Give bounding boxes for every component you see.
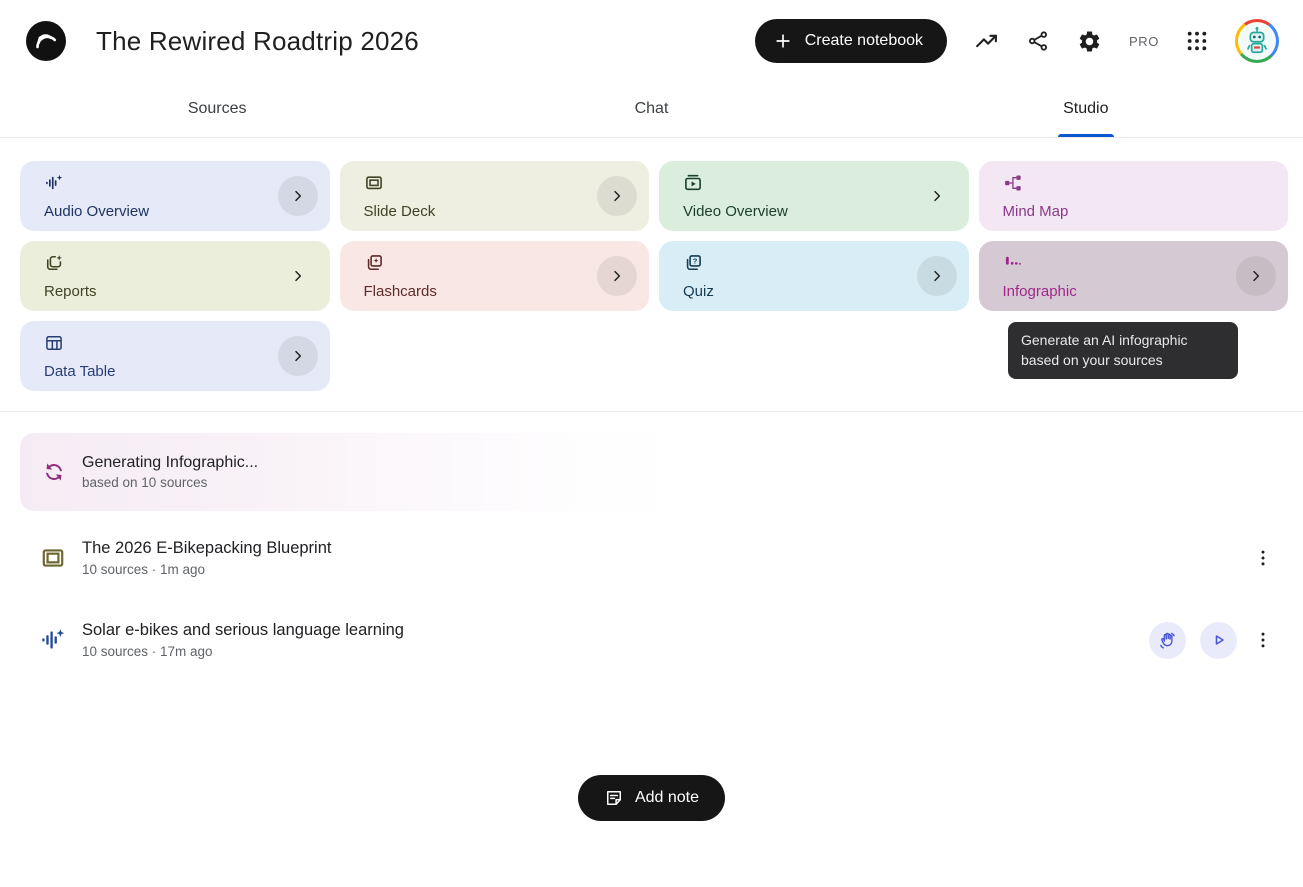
chevron-right-icon[interactable] bbox=[278, 336, 318, 376]
tool-audio-overview[interactable]: Audio Overview bbox=[20, 161, 330, 231]
tool-reports[interactable]: Reports bbox=[20, 241, 330, 311]
chevron-right-icon[interactable] bbox=[278, 176, 318, 216]
tab-chat[interactable]: Chat bbox=[434, 80, 868, 137]
tab-bar: Sources Chat Studio bbox=[0, 80, 1303, 138]
artifact-list: The 2026 E-Bikepacking Blueprint 10 sour… bbox=[0, 523, 1303, 675]
artifact-title: The 2026 E-Bikepacking Blueprint bbox=[82, 539, 331, 558]
tool-label: Video Overview bbox=[683, 204, 913, 219]
infographic-icon bbox=[1003, 253, 1233, 273]
generating-title: Generating Infographic... bbox=[82, 454, 258, 472]
chevron-right-icon[interactable] bbox=[917, 176, 957, 216]
tool-slide-deck[interactable]: Slide Deck bbox=[340, 161, 650, 231]
artifact-actions bbox=[1149, 622, 1275, 659]
tool-quiz[interactable]: ? Quiz bbox=[659, 241, 969, 311]
slide-deck-artifact-icon bbox=[40, 545, 66, 571]
add-note-button[interactable]: Add note bbox=[578, 775, 725, 821]
tool-label: Data Table bbox=[44, 364, 274, 379]
tool-label: Quiz bbox=[683, 284, 913, 299]
settings-gear-icon[interactable] bbox=[1077, 29, 1102, 54]
artifact-text: The 2026 E-Bikepacking Blueprint 10 sour… bbox=[82, 539, 331, 577]
analytics-trending-up-icon[interactable] bbox=[974, 29, 999, 54]
tool-label: Mind Map bbox=[1003, 204, 1233, 219]
quiz-icon: ? bbox=[683, 253, 913, 273]
generating-infographic-card[interactable]: Generating Infographic... based on 10 so… bbox=[20, 433, 680, 511]
tool-flashcards[interactable]: Flashcards bbox=[340, 241, 650, 311]
generating-text: Generating Infographic... based on 10 so… bbox=[82, 454, 258, 490]
play-icon[interactable] bbox=[1200, 622, 1237, 659]
more-vert-icon[interactable] bbox=[1251, 630, 1275, 650]
chevron-right-icon[interactable] bbox=[597, 176, 637, 216]
avatar-robot-image bbox=[1238, 22, 1276, 60]
interactive-mode-hand-icon[interactable] bbox=[1149, 622, 1186, 659]
flashcards-icon bbox=[364, 253, 594, 273]
more-vert-icon[interactable] bbox=[1251, 548, 1275, 568]
tool-label: Infographic bbox=[1003, 284, 1233, 299]
tab-studio[interactable]: Studio bbox=[869, 80, 1303, 137]
chevron-right-icon[interactable] bbox=[1236, 256, 1276, 296]
tool-label: Flashcards bbox=[364, 284, 594, 299]
chevron-right-icon[interactable] bbox=[597, 256, 637, 296]
audio-overview-icon bbox=[44, 173, 274, 193]
tool-infographic[interactable]: Infographic bbox=[979, 241, 1289, 311]
create-notebook-label: Create notebook bbox=[805, 32, 923, 50]
reports-icon bbox=[44, 253, 274, 273]
artifact-actions bbox=[1251, 548, 1275, 568]
svg-text:?: ? bbox=[693, 257, 698, 266]
note-icon bbox=[604, 788, 624, 808]
avatar[interactable] bbox=[1235, 19, 1279, 63]
artifact-title: Solar e-bikes and serious language learn… bbox=[82, 621, 404, 640]
video-overview-icon bbox=[683, 173, 913, 193]
generating-subtitle: based on 10 sources bbox=[82, 475, 258, 490]
plus-icon bbox=[773, 31, 793, 51]
header: The Rewired Roadtrip 2026 Create noteboo… bbox=[0, 0, 1303, 80]
studio-tools-grid: Audio Overview Slide Deck Video Overview bbox=[0, 138, 1303, 391]
create-notebook-button[interactable]: Create notebook bbox=[755, 19, 947, 63]
notebook-title[interactable]: The Rewired Roadtrip 2026 bbox=[96, 26, 419, 57]
artifact-meta: 10 sources · 1m ago bbox=[82, 562, 331, 577]
artifact-meta: 10 sources · 17m ago bbox=[82, 644, 404, 659]
tool-label: Reports bbox=[44, 284, 274, 299]
mind-map-icon bbox=[1003, 173, 1233, 193]
chevron-right-icon[interactable] bbox=[917, 256, 957, 296]
section-divider bbox=[0, 411, 1303, 412]
pro-badge: PRO bbox=[1129, 34, 1159, 49]
apps-grid-icon[interactable] bbox=[1186, 30, 1208, 52]
chevron-right-icon[interactable] bbox=[278, 256, 318, 296]
artifact-text: Solar e-bikes and serious language learn… bbox=[82, 621, 404, 659]
tool-mind-map[interactable]: Mind Map bbox=[979, 161, 1289, 231]
add-note-label: Add note bbox=[635, 789, 699, 807]
header-actions: Create notebook PRO bbox=[755, 19, 1279, 63]
tab-sources[interactable]: Sources bbox=[0, 80, 434, 137]
add-note-container: Add note bbox=[0, 775, 1303, 821]
slide-deck-icon bbox=[364, 173, 594, 193]
share-icon[interactable] bbox=[1026, 29, 1050, 53]
notebooklm-logo-icon[interactable] bbox=[26, 21, 66, 61]
artifact-row-slide-deck[interactable]: The 2026 E-Bikepacking Blueprint 10 sour… bbox=[0, 523, 1303, 593]
tool-data-table[interactable]: Data Table bbox=[20, 321, 330, 391]
data-table-icon bbox=[44, 333, 274, 353]
tool-label: Audio Overview bbox=[44, 204, 274, 219]
artifact-row-audio-overview[interactable]: Solar e-bikes and serious language learn… bbox=[0, 605, 1303, 675]
tool-video-overview[interactable]: Video Overview bbox=[659, 161, 969, 231]
tool-label: Slide Deck bbox=[364, 204, 594, 219]
audio-artifact-icon bbox=[40, 627, 66, 653]
sync-spinner-icon bbox=[37, 455, 71, 489]
